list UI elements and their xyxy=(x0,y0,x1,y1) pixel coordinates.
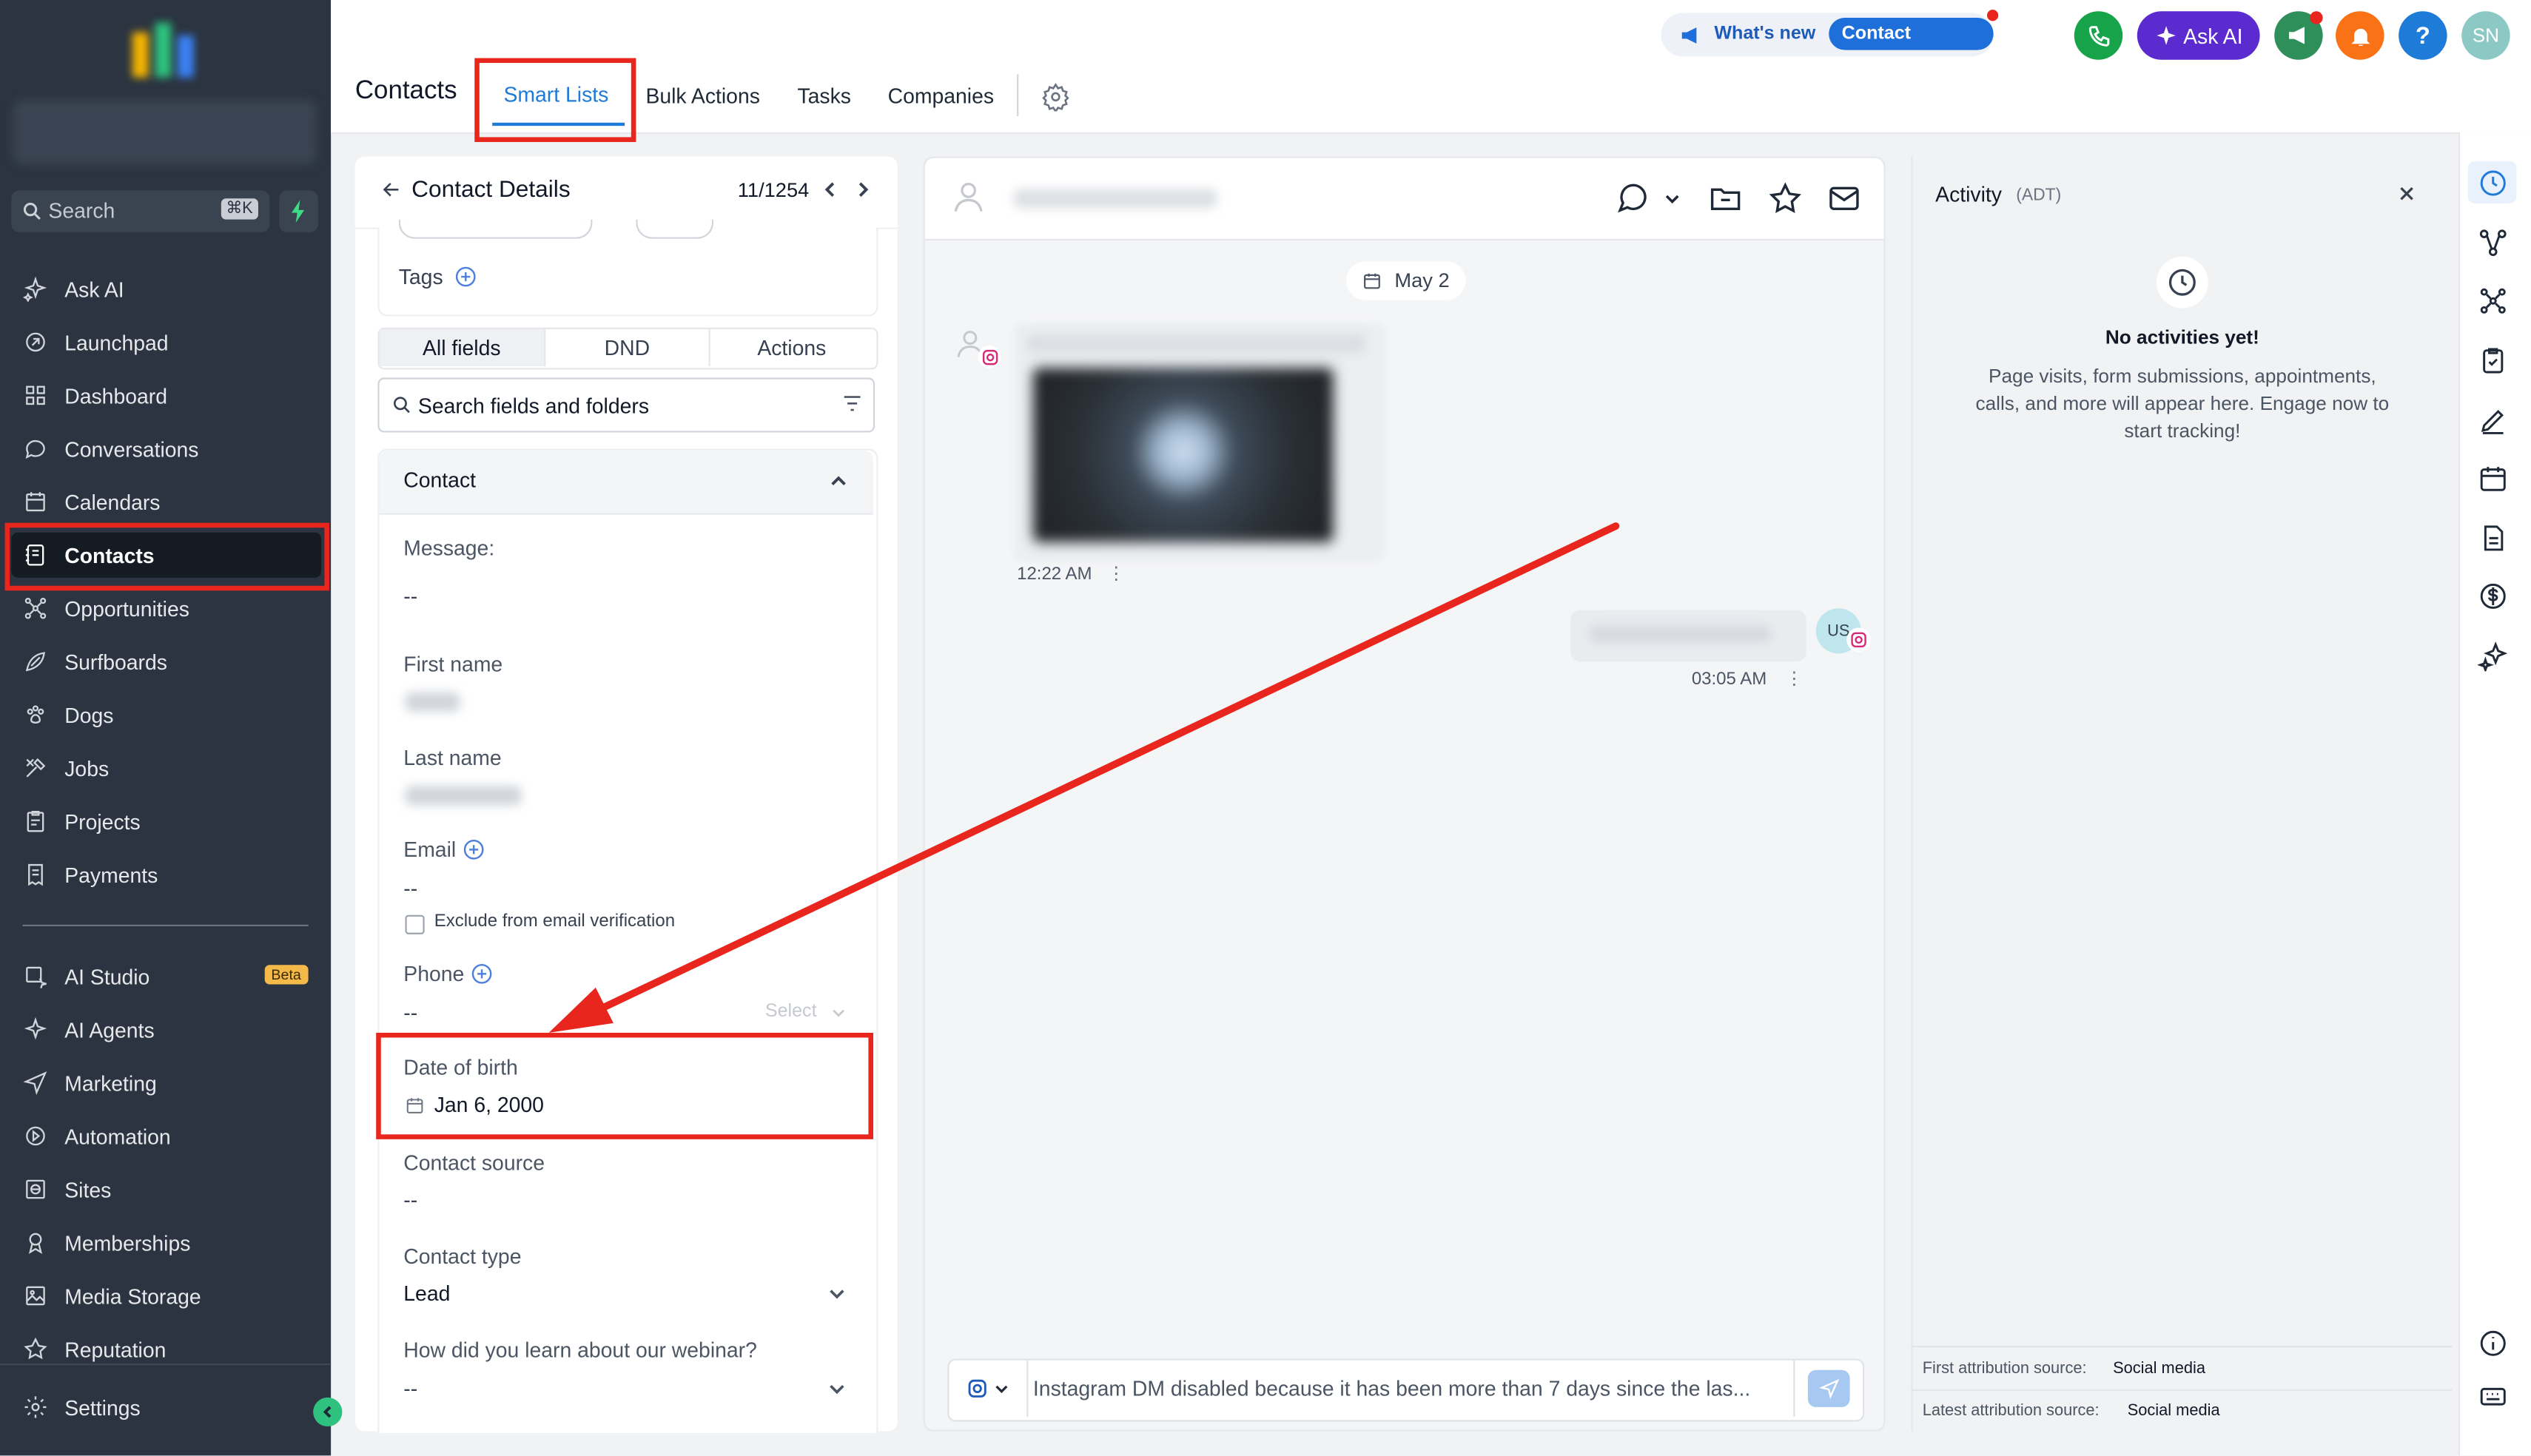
annotation-arrow xyxy=(548,522,1620,1033)
app-window: Search ⌘K Ask AI Launchpad Dashboard Con… xyxy=(0,0,2531,1456)
